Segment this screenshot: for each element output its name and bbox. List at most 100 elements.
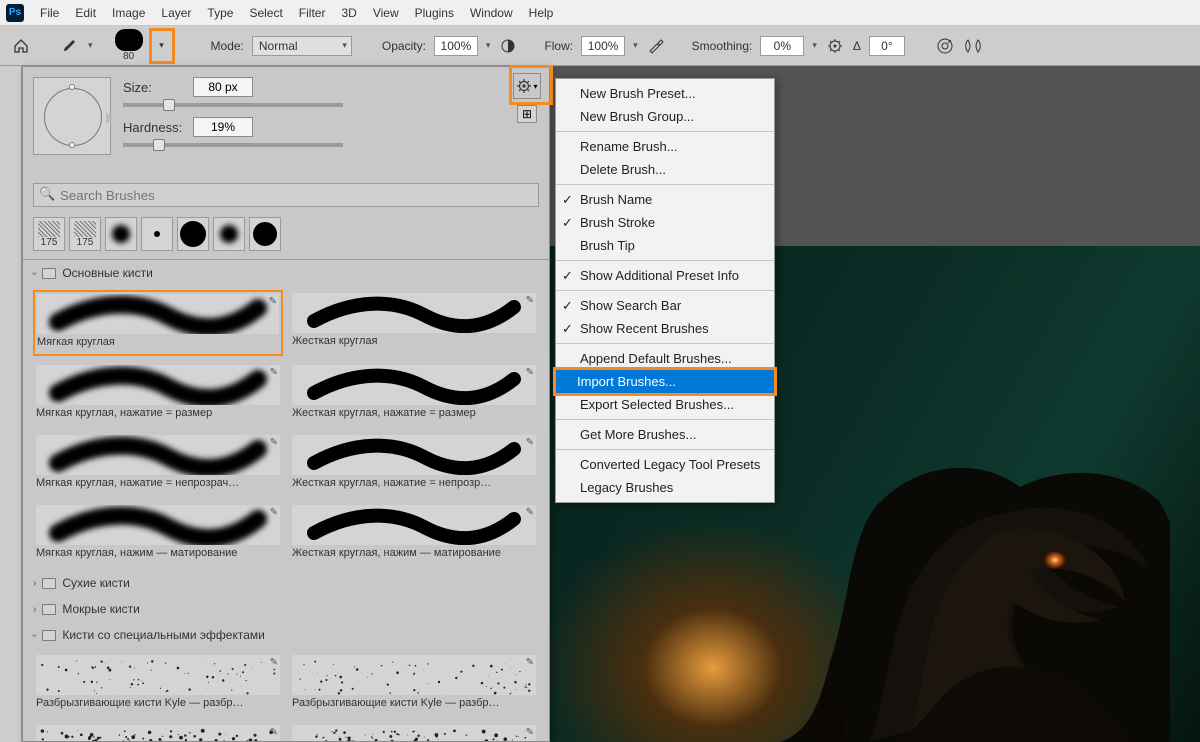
folder-main[interactable]: › Основные кисти bbox=[23, 260, 549, 286]
brush-caption: Мягкая круглая, нажатие = размер bbox=[36, 405, 280, 423]
menu-select[interactable]: Select bbox=[241, 3, 290, 23]
menu-item-converted-legacy-tool-presets[interactable]: Converted Legacy Tool Presets bbox=[556, 453, 774, 476]
size-input[interactable]: 80 px bbox=[193, 77, 253, 97]
recent-brushes: 175175 bbox=[23, 213, 549, 259]
menu-item-import-brushes[interactable]: Import Brushes... bbox=[553, 367, 777, 396]
brush-settings-menu: New Brush Preset...New Brush Group... Ren… bbox=[555, 78, 775, 503]
gear-icon bbox=[516, 78, 532, 94]
brush-preset[interactable]: ✎Разбрызгивающие кисти Kyle — разбр… bbox=[33, 652, 283, 716]
brush-preset[interactable]: ✎Мягкая круглая, нажим — матирование bbox=[33, 502, 283, 566]
size-slider[interactable] bbox=[123, 103, 343, 107]
folder-label: Основные кисти bbox=[62, 266, 152, 280]
recent-brush[interactable] bbox=[177, 217, 209, 251]
menu-item-new-brush-group[interactable]: New Brush Group... bbox=[556, 105, 774, 128]
airbrush-icon[interactable] bbox=[646, 36, 666, 56]
menu-view[interactable]: View bbox=[365, 3, 407, 23]
angle-value[interactable]: 0° bbox=[869, 36, 905, 56]
menu-plugins[interactable]: Plugins bbox=[407, 3, 462, 23]
symmetry-icon[interactable] bbox=[963, 36, 983, 56]
hardness-slider[interactable] bbox=[123, 143, 343, 147]
folder-fx[interactable]: › Кисти со специальными эффектами bbox=[23, 622, 549, 648]
menu-separator bbox=[556, 419, 774, 420]
menu-3d[interactable]: 3D bbox=[333, 3, 364, 23]
folder-wet[interactable]: › Мокрые кисти bbox=[23, 596, 549, 622]
pressure-opacity-icon[interactable] bbox=[498, 36, 518, 56]
tool-icon[interactable] bbox=[58, 35, 80, 57]
chevron-icon: › bbox=[33, 578, 36, 589]
menu-filter[interactable]: Filter bbox=[291, 3, 334, 23]
folder-label: Кисти со специальными эффектами bbox=[62, 628, 265, 642]
menu-item-new-brush-preset[interactable]: New Brush Preset... bbox=[556, 82, 774, 105]
folder-icon bbox=[42, 604, 56, 615]
edit-icon: ✎ bbox=[270, 367, 278, 378]
edit-icon: ✎ bbox=[270, 437, 278, 448]
brush-caption: Разбрызгивающие кисти Kyle — разбр… bbox=[292, 695, 536, 713]
brush-preset[interactable]: ✎Жесткая круглая, нажим — матирование bbox=[289, 502, 539, 566]
menu-layer[interactable]: Layer bbox=[153, 3, 199, 23]
menu-item-show-search-bar[interactable]: Show Search Bar bbox=[556, 294, 774, 317]
opacity-value[interactable]: 100% bbox=[434, 36, 478, 56]
brush-preset[interactable]: ✎ Мягкая круглая bbox=[33, 290, 283, 356]
menu-type[interactable]: Type bbox=[199, 3, 241, 23]
menu-item-get-more-brushes[interactable]: Get More Brushes... bbox=[556, 423, 774, 446]
recent-brush[interactable] bbox=[249, 217, 281, 251]
recent-brush[interactable] bbox=[213, 217, 245, 251]
edit-icon: ✎ bbox=[270, 727, 278, 738]
folder-label: Мокрые кисти bbox=[62, 602, 140, 616]
panel-settings-button[interactable]: ▾ bbox=[513, 73, 541, 99]
plus-icon: ⊞ bbox=[522, 107, 532, 121]
home-icon bbox=[13, 38, 29, 54]
brush-preset[interactable]: ✎Разбрызгивающие кисти Kyle — разбр… bbox=[289, 652, 539, 716]
menu-item-show-additional-preset-info[interactable]: Show Additional Preset Info bbox=[556, 264, 774, 287]
brush-caption: Мягкая круглая, нажим — матирование bbox=[36, 545, 280, 563]
brush-preset[interactable]: ✎Жесткая круглая, нажатие = непрозр… bbox=[289, 432, 539, 496]
smoothing-value[interactable]: 0% bbox=[760, 36, 804, 56]
brush-preset[interactable]: ✎Концептуальные кисти Kyle — универс… bbox=[289, 722, 539, 741]
menu-edit[interactable]: Edit bbox=[67, 3, 104, 23]
brush-preset-dropdown[interactable]: ▾ bbox=[149, 28, 175, 64]
menu-item-export-selected-brushes[interactable]: Export Selected Brushes... bbox=[556, 393, 774, 416]
new-preset-button[interactable]: ⊞ bbox=[517, 105, 537, 123]
menu-separator bbox=[556, 343, 774, 344]
menu-item-delete-brush[interactable]: Delete Brush... bbox=[556, 158, 774, 181]
edit-icon: ✎ bbox=[526, 437, 534, 448]
menu-item-brush-name[interactable]: Brush Name bbox=[556, 188, 774, 211]
toolbox[interactable] bbox=[0, 66, 22, 742]
menu-item-legacy-brushes[interactable]: Legacy Brushes bbox=[556, 476, 774, 499]
smoothing-options-icon[interactable] bbox=[825, 36, 845, 56]
brush-preset[interactable]: ✎Разбрызгивающие кисти Kyle — управл… bbox=[33, 722, 283, 741]
recent-brush[interactable] bbox=[105, 217, 137, 251]
brush-preview bbox=[115, 29, 143, 51]
opacity-label: Opacity: bbox=[382, 39, 426, 53]
menu-item-show-recent-brushes[interactable]: Show Recent Brushes bbox=[556, 317, 774, 340]
hardness-input[interactable]: 19% bbox=[193, 117, 253, 137]
menu-window[interactable]: Window bbox=[462, 3, 521, 23]
search-input[interactable] bbox=[33, 183, 539, 207]
brush-tip-shape[interactable] bbox=[33, 77, 111, 155]
brush-icon bbox=[61, 38, 77, 54]
brush-preset[interactable]: ✎Жесткая круглая, нажатие = размер bbox=[289, 362, 539, 426]
brush-preset[interactable]: ✎Жесткая круглая bbox=[289, 290, 539, 356]
menu-help[interactable]: Help bbox=[521, 3, 562, 23]
menu-item-brush-stroke[interactable]: Brush Stroke bbox=[556, 211, 774, 234]
menu-image[interactable]: Image bbox=[104, 3, 153, 23]
brush-caption: Мягкая круглая bbox=[37, 334, 279, 352]
recent-brush[interactable] bbox=[141, 217, 173, 251]
flow-value[interactable]: 100% bbox=[581, 36, 625, 56]
recent-brush[interactable]: 175 bbox=[69, 217, 101, 251]
smoothing-label: Smoothing: bbox=[692, 39, 753, 53]
chevron-icon: › bbox=[33, 604, 36, 615]
recent-brush[interactable]: 175 bbox=[33, 217, 65, 251]
edit-icon: ✎ bbox=[269, 296, 277, 307]
menu-file[interactable]: File bbox=[32, 3, 67, 23]
folder-icon bbox=[42, 268, 56, 279]
home-button[interactable] bbox=[10, 35, 32, 57]
menu-item-rename-brush[interactable]: Rename Brush... bbox=[556, 135, 774, 158]
brush-preset[interactable]: ✎ Мягкая круглая, нажатие = размер bbox=[33, 362, 283, 426]
edit-icon: ✎ bbox=[270, 657, 278, 668]
brush-preset[interactable]: ✎Мягкая круглая, нажатие = непрозрач… bbox=[33, 432, 283, 496]
mode-select[interactable]: Normal bbox=[252, 36, 352, 56]
menu-item-brush-tip[interactable]: Brush Tip bbox=[556, 234, 774, 257]
pressure-size-icon[interactable] bbox=[935, 36, 955, 56]
folder-dry[interactable]: › Сухие кисти bbox=[23, 570, 549, 596]
